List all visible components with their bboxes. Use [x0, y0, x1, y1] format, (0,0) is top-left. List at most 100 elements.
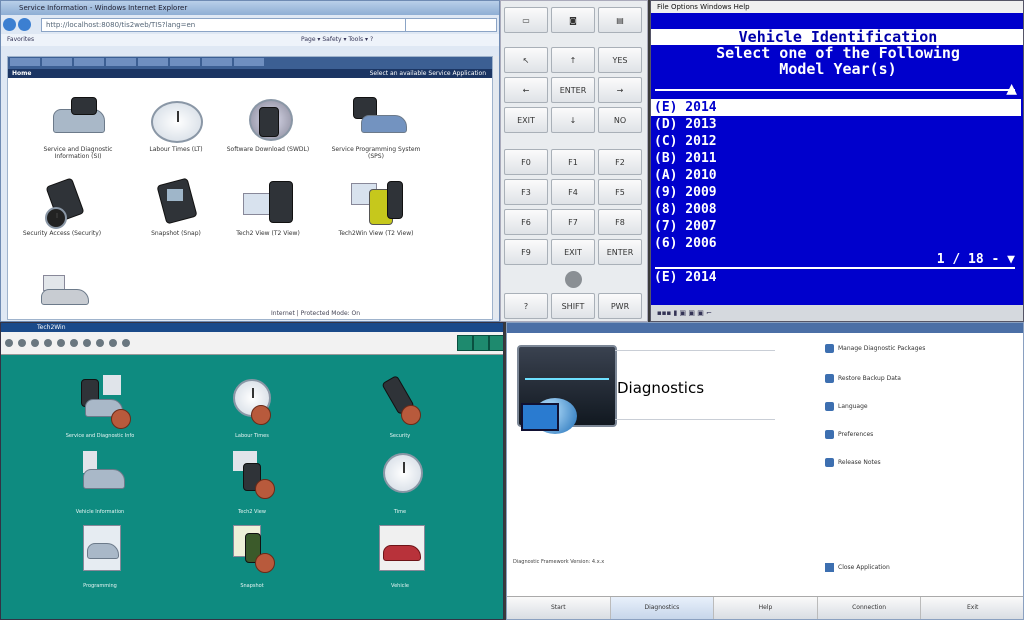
- menu-restore-backup[interactable]: Restore Backup Data: [825, 373, 901, 385]
- tile-labour-times[interactable]: Labour Times: [197, 373, 307, 439]
- tile-tech2-view[interactable]: Tech2 View: [197, 449, 307, 515]
- tab[interactable]: [10, 58, 40, 66]
- key-print[interactable]: ▭: [504, 7, 548, 33]
- key-f4[interactable]: F4: [551, 179, 595, 205]
- taskbar[interactable]: Start Diagnostics Help Connection Exit: [507, 596, 1023, 619]
- key-down[interactable]: ↓: [551, 107, 595, 133]
- tile-time[interactable]: Time: [345, 449, 455, 515]
- key-yes[interactable]: YES: [598, 47, 642, 73]
- forward-icon[interactable]: [18, 18, 31, 31]
- toolbar-icon[interactable]: [57, 339, 65, 347]
- scroll-up-icon[interactable]: ▲: [1006, 81, 1017, 97]
- window-icon[interactable]: [473, 335, 489, 351]
- toolbar-icon[interactable]: [83, 339, 91, 347]
- key-up[interactable]: ↑: [551, 47, 595, 73]
- tile-sps[interactable]: Service Programming System (SPS): [326, 97, 426, 160]
- tile-tech2win[interactable]: Tech2Win View (T2 View): [326, 181, 426, 237]
- tab[interactable]: [202, 58, 232, 66]
- tile-security[interactable]: Security Access (Security): [12, 177, 112, 237]
- tile-snapshot[interactable]: Snapshot (Snap): [126, 177, 226, 237]
- tile-vehicle-info[interactable]: Vehicle Information: [45, 449, 155, 515]
- taskbar-help[interactable]: Help: [714, 597, 818, 619]
- key-enter-2[interactable]: ENTER: [598, 239, 642, 265]
- toolbar-icon[interactable]: [109, 339, 117, 347]
- tech2-toolbar[interactable]: ▪▪▪ ▮ ▣ ▣ ▣ ⌐: [651, 305, 1023, 321]
- tab[interactable]: [234, 58, 264, 66]
- tab[interactable]: [170, 58, 200, 66]
- taskbar-start[interactable]: Start: [507, 597, 611, 619]
- menu-manage-packages[interactable]: Manage Diagnostic Packages: [825, 343, 925, 355]
- app-tabs[interactable]: [8, 57, 492, 69]
- tile-vehicle[interactable]: [12, 271, 112, 320]
- toolbar-icons[interactable]: ▪▪▪ ▮ ▣ ▣ ▣ ⌐: [651, 309, 712, 317]
- search-input[interactable]: [405, 18, 497, 32]
- toolbar[interactable]: [1, 332, 503, 355]
- year-option[interactable]: (6) 2006: [651, 235, 1021, 252]
- taskbar-connection[interactable]: Connection: [818, 597, 922, 619]
- tile-si[interactable]: Service and Diagnostic Information (SI): [28, 97, 128, 160]
- key-right[interactable]: →: [598, 77, 642, 103]
- taskbar-exit[interactable]: Exit: [921, 597, 1023, 619]
- key-notes[interactable]: ▤: [598, 7, 642, 33]
- key-enter[interactable]: ENTER: [551, 77, 595, 103]
- tile-snapshot[interactable]: Snapshot: [197, 523, 307, 589]
- scroll-down-icon[interactable]: ▼: [1007, 252, 1015, 267]
- tab[interactable]: [74, 58, 104, 66]
- key-camera[interactable]: ◙: [551, 7, 595, 33]
- year-option[interactable]: (9) 2009: [651, 184, 1021, 201]
- key-f2[interactable]: F2: [598, 149, 642, 175]
- menu-release-notes[interactable]: Release Notes: [825, 457, 881, 469]
- menu-language[interactable]: Language: [825, 401, 868, 413]
- home-label[interactable]: Home: [12, 70, 31, 77]
- tab[interactable]: [42, 58, 72, 66]
- key-f8[interactable]: F8: [598, 209, 642, 235]
- toolbar-icon[interactable]: [44, 339, 52, 347]
- key-help[interactable]: ?: [504, 293, 548, 319]
- close-application[interactable]: Close Application: [825, 563, 890, 572]
- key-f9[interactable]: F9: [504, 239, 548, 265]
- vertical-scrollbar[interactable]: [493, 56, 499, 318]
- tile-swdl[interactable]: Software Download (SWDL): [218, 97, 318, 153]
- command-bar[interactable]: Page ▾ Safety ▾ Tools ▾ ?: [301, 34, 499, 46]
- key-f1[interactable]: F1: [551, 149, 595, 175]
- year-option[interactable]: (E) 2014: [651, 99, 1021, 116]
- key-exit-2[interactable]: EXIT: [551, 239, 595, 265]
- taskbar-diagnostics[interactable]: Diagnostics: [610, 597, 715, 619]
- year-option[interactable]: (7) 2007: [651, 218, 1021, 235]
- window-icon[interactable]: [489, 335, 503, 351]
- toolbar-icon[interactable]: [96, 339, 104, 347]
- key-no[interactable]: NO: [598, 107, 642, 133]
- key-shift[interactable]: SHIFT: [551, 293, 595, 319]
- tile-programming[interactable]: Programming: [45, 523, 155, 589]
- year-option[interactable]: (A) 2010: [651, 167, 1021, 184]
- tile-security[interactable]: Security: [345, 373, 455, 439]
- tab[interactable]: [106, 58, 136, 66]
- address-bar[interactable]: http://localhost:8080/tis2web/TIS?lang=e…: [41, 18, 407, 32]
- toolbar-icon[interactable]: [70, 339, 78, 347]
- key-f6[interactable]: F6: [504, 209, 548, 235]
- back-icon[interactable]: [3, 18, 16, 31]
- menu-bar[interactable]: File Options Windows Help: [651, 1, 1023, 13]
- toolbar-icon[interactable]: [122, 339, 130, 347]
- toolbar-icon[interactable]: [18, 339, 26, 347]
- key-f5[interactable]: F5: [598, 179, 642, 205]
- key-f3[interactable]: F3: [504, 179, 548, 205]
- year-option[interactable]: (D) 2013: [651, 116, 1021, 133]
- key-exit[interactable]: EXIT: [504, 107, 548, 133]
- tile-labour-times[interactable]: Labour Times (LT): [126, 97, 226, 153]
- year-option[interactable]: (8) 2008: [651, 201, 1021, 218]
- nav-buttons[interactable]: [3, 16, 37, 32]
- tile-si[interactable]: Service and Diagnostic Info: [45, 373, 155, 439]
- tab[interactable]: [138, 58, 168, 66]
- key-pointer[interactable]: ↖: [504, 47, 548, 73]
- toolbar-icon[interactable]: [5, 339, 13, 347]
- tile-tech2-view[interactable]: Tech2 View (T2 View): [218, 181, 318, 237]
- key-f7[interactable]: F7: [551, 209, 595, 235]
- key-f0[interactable]: F0: [504, 149, 548, 175]
- window-icon[interactable]: [457, 335, 473, 351]
- menu-preferences[interactable]: Preferences: [825, 429, 873, 441]
- key-power[interactable]: PWR: [598, 293, 642, 319]
- key-left[interactable]: ←: [504, 77, 548, 103]
- toolbar-icon[interactable]: [31, 339, 39, 347]
- year-option[interactable]: (B) 2011: [651, 150, 1021, 167]
